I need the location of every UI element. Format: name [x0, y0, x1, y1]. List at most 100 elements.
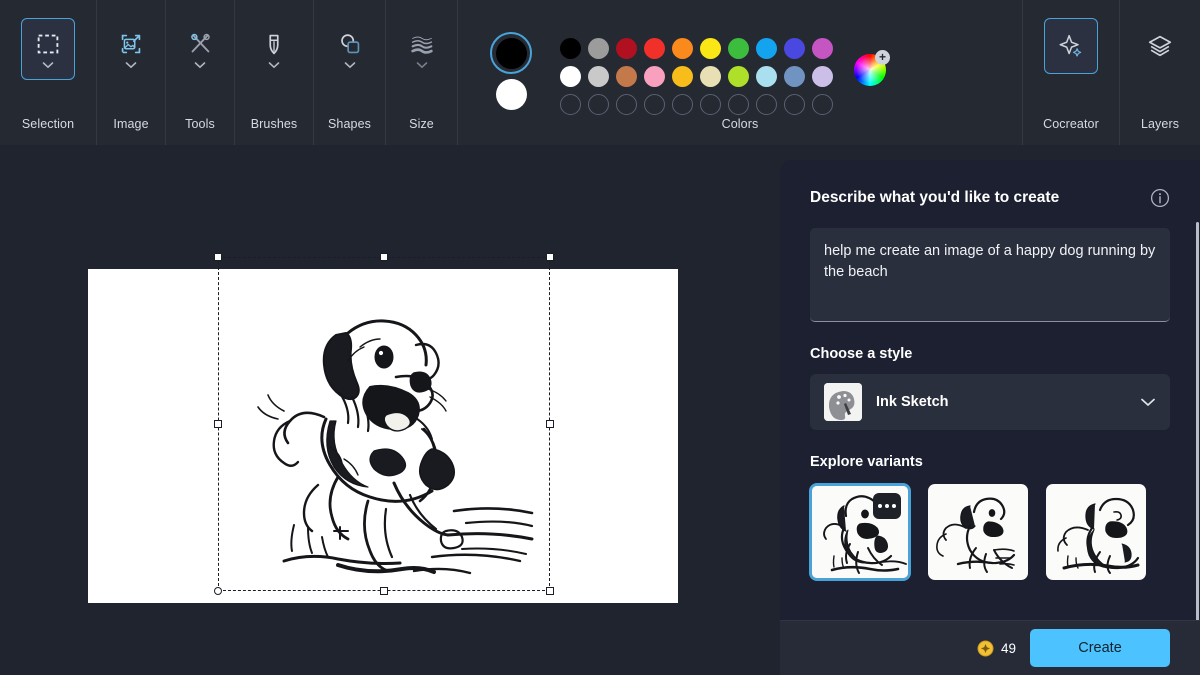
color-wheel-button[interactable]: + — [854, 54, 886, 86]
main-toolbar: Selection Image — [0, 0, 1200, 145]
primary-secondary-colors — [488, 32, 542, 112]
primary-color-dot — [496, 38, 527, 69]
color-swatch-empty-5[interactable] — [700, 94, 721, 115]
color-swatch-row2-7[interactable] — [756, 66, 777, 87]
color-swatch-empty-2[interactable] — [616, 94, 637, 115]
shapes-button[interactable] — [323, 18, 377, 80]
shapes-icon — [335, 29, 365, 59]
cocreator-panel: Describe what you'd like to create help … — [780, 160, 1200, 675]
selection-tool-button[interactable] — [21, 18, 75, 80]
size-button[interactable] — [395, 18, 449, 80]
toolbar-group-colors: + Colors — [458, 0, 1023, 145]
color-swatch-row2-8[interactable] — [784, 66, 805, 87]
variant-thumbnail-3[interactable] — [1046, 484, 1146, 580]
toolbar-group-shapes[interactable]: Shapes — [314, 0, 386, 145]
color-swatch-row2-2[interactable] — [616, 66, 637, 87]
paint-app-window: Selection Image — [0, 0, 1200, 675]
pencil-brush-icon — [185, 29, 215, 59]
toolbar-group-brushes[interactable]: Brushes — [235, 0, 314, 145]
cocreator-heading-row: Describe what you'd like to create — [810, 188, 1170, 208]
prompt-input-value: help me create an image of a happy dog r… — [824, 241, 1156, 283]
brushes-button[interactable] — [247, 18, 301, 80]
image-resize-icon — [116, 29, 146, 59]
secondary-color-swatch[interactable] — [496, 79, 527, 110]
color-swatch-empty-4[interactable] — [672, 94, 693, 115]
variant-sketch-2 — [930, 486, 1028, 580]
toolbar-group-layers[interactable]: Layers — [1120, 0, 1200, 145]
coin-icon — [977, 640, 994, 657]
canvas-sheet[interactable] — [88, 269, 678, 603]
color-swatch-row1-5[interactable] — [700, 38, 721, 59]
color-swatch-empty-8[interactable] — [784, 94, 805, 115]
toolbar-group-label: Tools — [166, 117, 234, 131]
style-name: Ink Sketch — [876, 394, 1126, 410]
color-swatch-row2-6[interactable] — [728, 66, 749, 87]
selection-handle-nw[interactable] — [214, 253, 222, 261]
color-swatch-empty-6[interactable] — [728, 94, 749, 115]
cocreator-heading: Describe what you'd like to create — [810, 189, 1059, 207]
color-swatch-empty-9[interactable] — [812, 94, 833, 115]
color-swatch-row2-0[interactable] — [560, 66, 581, 87]
create-button[interactable]: Create — [1030, 629, 1170, 667]
toolbar-group-selection[interactable]: Selection — [0, 0, 97, 145]
chevron-down-icon — [42, 61, 54, 69]
palette-thumbnail — [824, 383, 862, 421]
color-swatch-row1-7[interactable] — [756, 38, 777, 59]
toolbar-group-cocreator[interactable]: Cocreator — [1023, 0, 1120, 145]
tools-button[interactable] — [173, 18, 227, 80]
primary-color-swatch[interactable] — [490, 32, 532, 74]
cocreator-panel-scroll-area: Describe what you'd like to create help … — [780, 160, 1200, 620]
chevron-down-icon — [1140, 397, 1156, 407]
color-swatch-row1-9[interactable] — [812, 38, 833, 59]
color-swatch-row2-5[interactable] — [700, 66, 721, 87]
color-swatch-row2-3[interactable] — [644, 66, 665, 87]
cocreator-footer: 49 Create — [780, 620, 1200, 675]
color-swatch-row1-6[interactable] — [728, 38, 749, 59]
variant-thumbnail-2[interactable] — [928, 484, 1028, 580]
toolbar-group-label: Selection — [0, 117, 96, 131]
toolbar-group-label: Image — [97, 117, 165, 131]
credits-indicator: 49 — [977, 640, 1016, 657]
selection-handle-n[interactable] — [380, 253, 388, 261]
color-swatch-empty-3[interactable] — [644, 94, 665, 115]
color-swatch-row2-4[interactable] — [672, 66, 693, 87]
explore-variants-label: Explore variants — [810, 454, 1170, 470]
variant-thumbnail-1[interactable] — [810, 484, 910, 580]
chevron-down-icon — [344, 61, 356, 69]
color-swatch-empty-1[interactable] — [588, 94, 609, 115]
style-dropdown[interactable]: Ink Sketch — [810, 374, 1170, 430]
color-swatch-row1-8[interactable] — [784, 38, 805, 59]
color-swatch-row2-1[interactable] — [588, 66, 609, 87]
color-swatch-row1-1[interactable] — [588, 38, 609, 59]
dot — [885, 504, 889, 508]
layers-icon — [1145, 31, 1175, 61]
canvas-artwork — [218, 269, 550, 603]
toolbar-group-tools[interactable]: Tools — [166, 0, 235, 145]
chevron-down-icon — [125, 61, 137, 69]
cocreator-button[interactable] — [1044, 18, 1098, 74]
marker-brush-icon — [259, 29, 289, 59]
line-size-icon — [407, 29, 437, 59]
color-swatch-row1-0[interactable] — [560, 38, 581, 59]
more-options-icon[interactable] — [873, 493, 901, 519]
color-swatch-grid[interactable] — [556, 34, 836, 118]
palette-icon — [824, 383, 862, 421]
color-swatch-row1-3[interactable] — [644, 38, 665, 59]
prompt-input[interactable]: help me create an image of a happy dog r… — [810, 228, 1170, 322]
toolbar-group-image[interactable]: Image — [97, 0, 166, 145]
color-swatch-empty-0[interactable] — [560, 94, 581, 115]
color-swatch-row2-9[interactable] — [812, 66, 833, 87]
image-tool-button[interactable] — [104, 18, 158, 80]
color-swatch-empty-7[interactable] — [756, 94, 777, 115]
panel-scrollbar[interactable] — [1196, 222, 1199, 622]
layers-button[interactable] — [1133, 18, 1187, 74]
toolbar-group-label: Cocreator — [1023, 117, 1119, 131]
toolbar-group-size[interactable]: Size — [386, 0, 458, 145]
choose-style-label: Choose a style — [810, 346, 1170, 362]
color-swatch-row1-4[interactable] — [672, 38, 693, 59]
toolbar-group-label: Brushes — [235, 117, 313, 131]
color-swatch-row1-2[interactable] — [616, 38, 637, 59]
selection-handle-ne[interactable] — [546, 253, 554, 261]
sparkle-icon — [1056, 31, 1086, 61]
info-icon[interactable] — [1150, 188, 1170, 208]
